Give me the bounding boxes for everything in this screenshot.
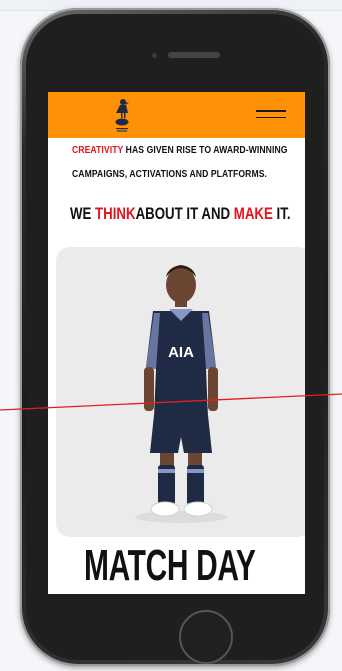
earpiece-speaker [168,52,220,58]
headline-think: THINK [95,204,136,223]
intro-accent-word: CREATIVITY [72,144,124,156]
intro-line-1-rest: HAS GIVEN RISE TO AWARD-WINNING [123,144,288,156]
child-in-navy-football-kit: AIA [135,265,227,523]
headline-we: WE [70,204,96,223]
home-button[interactable] [179,610,233,664]
headline: WE THINKABOUT IT AND MAKE IT. [70,204,291,224]
phone-frame: CREATIVITY HAS GIVEN RISE TO AWARD-WINNI… [20,8,330,666]
section-title: MATCH DAY [84,541,256,590]
intro-line-2: CAMPAIGNS, ACTIVATIONS AND PLATFORMS. [72,168,268,180]
hamburger-menu-icon[interactable] [256,110,286,122]
kit-sponsor-text: AIA [168,344,194,361]
intro-text: CREATIVITY HAS GIVEN RISE TO AWARD-WINNI… [72,138,293,186]
club-crest-icon[interactable] [112,97,132,133]
headline-it: IT. [272,204,291,223]
menu-bar-bottom [256,116,286,118]
phone-screen: CREATIVITY HAS GIVEN RISE TO AWARD-WINNI… [48,92,305,594]
menu-bar-top [256,110,286,112]
hero-image-card: AIA [56,247,305,537]
site-header [48,92,305,138]
headline-about: ABOUT IT AND [135,204,234,223]
headline-make: MAKE [233,204,273,223]
front-camera [152,53,157,58]
intro-line-1: CREATIVITY HAS GIVEN RISE TO AWARD-WINNI… [72,138,293,162]
